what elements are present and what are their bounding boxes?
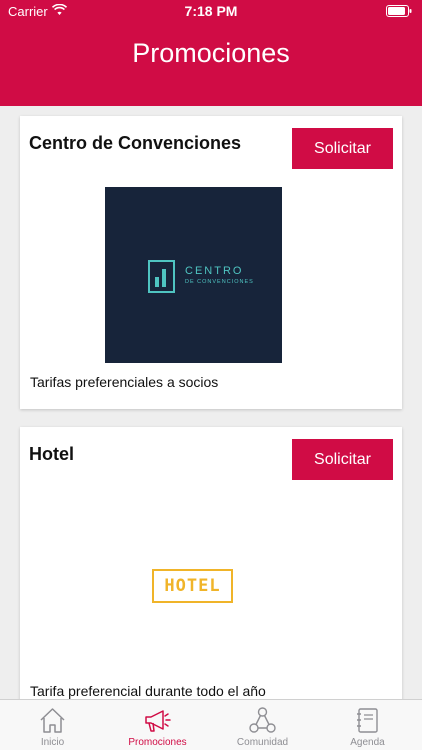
centro-convenciones-logo: CENTRO DE CONVENCIONES [105,187,282,363]
tab-label: Inicio [40,737,65,748]
tab-promociones[interactable]: Promociones [105,700,210,750]
battery-icon [386,5,412,17]
agenda-icon [357,708,378,733]
tab-agenda[interactable]: Agenda [315,700,420,750]
bar-chart-logo-icon [148,260,175,293]
promotion-card: Centro de Convenciones Solicitar CENTRO … [20,116,402,409]
tab-label: Agenda [350,737,385,748]
promotion-card: Hotel Solicitar HOTEL Tarifa preferencia… [20,427,402,699]
tab-label: Promociones [128,737,187,748]
tab-label: Comunidad [236,737,289,748]
card-description: Tarifas preferenciales a socios [30,374,219,390]
status-time: 7:18 PM [184,3,238,19]
tab-bar: Inicio Promociones Comunidad Agenda [0,699,422,750]
status-bar: Carrier 7:18 PM [0,0,422,22]
logo-word: CENTRO [185,265,244,277]
card-title: Centro de Convenciones [29,133,242,153]
tab-comunidad[interactable]: Comunidad [210,700,315,750]
request-button[interactable]: Solicitar [292,439,393,480]
request-button[interactable]: Solicitar [292,128,393,169]
promotions-list[interactable]: Centro de Convenciones Solicitar CENTRO … [0,106,422,699]
tab-inicio[interactable]: Inicio [0,700,105,750]
card-description: Tarifa preferencial durante todo el año [30,683,266,699]
hotel-logo: HOTEL [152,569,233,603]
logo-subword: DE CONVENCIONES [185,279,254,285]
home-icon [40,708,65,733]
megaphone-icon [145,710,171,732]
card-title: Hotel [29,444,74,464]
header: Carrier 7:18 PM Promociones [0,0,422,106]
community-icon [249,707,276,733]
page-title: Promociones [132,38,290,68]
